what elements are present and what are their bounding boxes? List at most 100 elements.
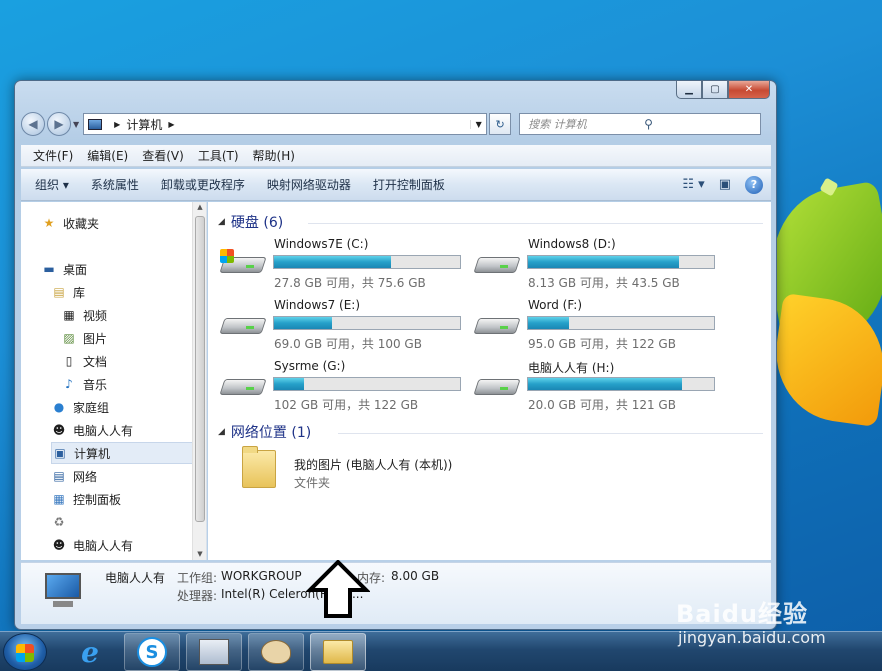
nav-favorites[interactable]: ★ 收藏夹	[41, 212, 213, 234]
folder-name: 我的图片 (电脑人人有 (本机))	[294, 458, 453, 472]
drive-free-space: 102 GB 可用，共 122 GB	[274, 398, 419, 412]
nav-label: 网络	[73, 469, 98, 484]
drive-usage-fill	[528, 256, 679, 268]
group-network-locations[interactable]: ◢ 网络位置 (1)	[218, 422, 311, 442]
preview-pane-icon[interactable]: ▣	[719, 177, 731, 192]
control-panel-icon	[199, 639, 229, 665]
nav-scrollbar[interactable]: ▲ ▼	[192, 202, 206, 560]
picture-icon: ▨	[63, 331, 75, 345]
drive-name: 电脑人人有 (H:)	[528, 361, 615, 375]
drive-usage-bar	[273, 377, 461, 391]
help-icon[interactable]: ?	[745, 175, 763, 194]
open-control-panel-button[interactable]: 打开控制面板	[373, 176, 445, 193]
hard-drive-icon	[219, 312, 267, 336]
nav-label: 控制面板	[73, 492, 122, 507]
nav-label: 电脑人人有	[73, 423, 134, 438]
nav-label: 文档	[83, 354, 108, 369]
taskbar-sogou[interactable]: S	[124, 633, 180, 671]
minimize-button[interactable]: ▁	[676, 81, 702, 99]
refresh-button[interactable]: ↻	[489, 113, 512, 135]
explorer-folder-icon	[323, 640, 353, 664]
paint-palette-icon	[261, 640, 291, 664]
system-properties-button[interactable]: 系统属性	[91, 176, 139, 193]
scroll-down-icon[interactable]: ▼	[193, 550, 207, 558]
drive-item[interactable]: Windows7E (C:) 27.8 GB 可用，共 75.6 GB	[219, 237, 470, 291]
group-hard-disks[interactable]: ◢ 硬盘 (6)	[218, 212, 283, 232]
map-network-drive-button[interactable]: 映射网络驱动器	[267, 176, 351, 193]
view-options-icon[interactable]: ☷ ▾	[682, 177, 704, 192]
taskbar-control-panel[interactable]	[186, 633, 242, 671]
hard-drive-icon	[473, 312, 521, 336]
close-button[interactable]: ✕	[728, 81, 770, 99]
taskbar-paint[interactable]	[248, 633, 304, 671]
nav-desktop[interactable]: ▬ 桌面	[41, 258, 213, 280]
group-divider	[338, 433, 763, 434]
content-pane: ◢ 硬盘 (6) ◢ 网络位置 (1) Windows7E (C:) 27.8 G…	[208, 202, 771, 560]
start-button[interactable]	[3, 633, 47, 671]
group-title: 硬盘 (6)	[230, 215, 284, 231]
nav-label: 图片	[83, 331, 108, 346]
desktop-icon: ▬	[43, 262, 55, 276]
video-icon: ▦	[63, 308, 75, 322]
taskbar-internet-explorer[interactable]: e	[62, 633, 118, 671]
command-bar: 组织 ▾ 系统属性 卸载或更改程序 映射网络驱动器 打开控制面板 ☷ ▾ ▣ ?	[21, 169, 771, 201]
collapse-triangle-icon[interactable]: ◢	[218, 427, 225, 437]
nav-label: 电脑人人有	[73, 538, 134, 553]
details-pane: 电脑人人有 工作组: WORKGROUP 内存: 8.00 GB 处理器: In…	[21, 562, 771, 624]
address-bar[interactable]: ▶ 计算机 ▶ ▼	[83, 113, 488, 135]
address-dropdown-icon[interactable]: ▼	[470, 119, 486, 129]
breadcrumb-chevron-icon[interactable]: ▶	[168, 120, 174, 129]
menu-edit[interactable]: 编辑(E)	[87, 147, 128, 164]
drive-usage-fill	[274, 256, 392, 268]
drive-item[interactable]: 电脑人人有 (H:) 20.0 GB 可用，共 121 GB	[473, 359, 724, 413]
menu-help[interactable]: 帮助(H)	[253, 147, 295, 164]
drive-item[interactable]: Word (F:) 95.0 GB 可用，共 122 GB	[473, 298, 724, 352]
breadcrumb-chevron-icon[interactable]: ▶	[114, 120, 120, 129]
scroll-up-icon[interactable]: ▲	[193, 203, 207, 211]
drive-free-space: 8.13 GB 可用，共 43.5 GB	[528, 276, 680, 290]
explorer-window: ▁ ▢ ✕ ◀ ▶ ▼ ▶ 计算机 ▶ ▼ ↻ 搜索 计算机 ⚲ 文件(F) 编…	[14, 80, 777, 630]
drive-usage-bar	[273, 316, 461, 330]
drive-free-space: 69.0 GB 可用，共 100 GB	[274, 337, 422, 351]
drive-item[interactable]: Windows8 (D:) 8.13 GB 可用，共 43.5 GB	[473, 237, 724, 291]
network-icon: ▤	[53, 469, 65, 483]
group-divider	[308, 223, 763, 224]
drive-usage-fill	[528, 378, 683, 390]
control-panel-icon: ▦	[53, 492, 65, 506]
menu-file[interactable]: 文件(F)	[33, 147, 73, 164]
back-button[interactable]: ◀	[21, 112, 45, 136]
details-memory: 8.00 GB	[391, 569, 440, 583]
uninstall-program-button[interactable]: 卸载或更改程序	[161, 176, 245, 193]
nav-computer[interactable]: ▣ 计算机	[51, 442, 205, 464]
drive-usage-fill	[528, 317, 569, 329]
forward-arrow-icon: ▶	[54, 117, 64, 131]
desktop-wallpaper-leaf-yellow	[767, 292, 882, 428]
nav-label: 计算机	[74, 446, 111, 461]
user-icon: ☻	[52, 538, 66, 552]
menu-view[interactable]: 查看(V)	[142, 147, 184, 164]
hard-drive-icon	[219, 373, 267, 397]
network-folder-item[interactable]: 我的图片 (电脑人人有 (本机)) 文件夹	[242, 446, 542, 496]
search-box[interactable]: 搜索 计算机 ⚲	[519, 113, 762, 135]
star-icon: ★	[43, 216, 55, 230]
annotation-up-arrow-icon	[306, 560, 370, 618]
collapse-triangle-icon[interactable]: ◢	[218, 217, 225, 227]
menu-tools[interactable]: 工具(T)	[198, 147, 239, 164]
recent-pages-dropdown[interactable]: ▼	[73, 120, 79, 129]
drive-item[interactable]: Sysrme (G:) 102 GB 可用，共 122 GB	[219, 359, 470, 413]
search-icon[interactable]: ⚲	[644, 117, 760, 131]
title-bar[interactable]: ▁ ▢ ✕	[15, 81, 776, 105]
drive-item[interactable]: Windows7 (E:) 69.0 GB 可用，共 100 GB	[219, 298, 470, 352]
hard-drive-icon	[473, 373, 521, 397]
breadcrumb-computer[interactable]: 计算机	[126, 116, 162, 133]
organize-button[interactable]: 组织 ▾	[35, 176, 69, 193]
maximize-button[interactable]: ▢	[702, 81, 728, 99]
nav-label: 音乐	[83, 377, 108, 392]
menu-bar: 文件(F) 编辑(E) 查看(V) 工具(T) 帮助(H)	[21, 145, 771, 167]
taskbar-explorer[interactable]	[310, 633, 366, 671]
scroll-thumb[interactable]	[195, 216, 205, 522]
search-input[interactable]: 搜索 计算机	[528, 116, 644, 132]
music-icon: ♪	[65, 377, 73, 391]
navigation-bar: ◀ ▶ ▼ ▶ 计算机 ▶ ▼ ↻ 搜索 计算机 ⚲	[21, 111, 771, 137]
forward-button[interactable]: ▶	[47, 112, 71, 136]
